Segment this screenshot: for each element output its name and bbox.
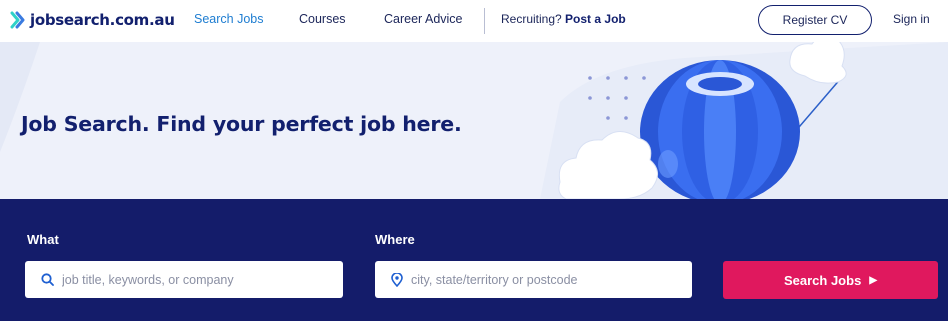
search-jobs-button[interactable]: Search Jobs ▶ — [723, 261, 938, 299]
nav-divider — [484, 8, 485, 34]
play-arrow-icon: ▶ — [869, 274, 878, 286]
location-pin-icon — [391, 272, 403, 287]
hero-banner: Job Search. Find your perfect job here. — [0, 42, 948, 199]
what-label: What — [27, 232, 59, 247]
where-label: Where — [375, 232, 415, 247]
logo-chevron-icon — [10, 11, 25, 29]
sign-in-link[interactable]: Sign in — [893, 12, 930, 26]
top-navigation: jobsearch.com.au Search Jobs Courses Car… — [0, 0, 948, 42]
where-field[interactable] — [375, 261, 692, 298]
what-input[interactable] — [60, 271, 304, 288]
post-a-job-link[interactable]: Post a Job — [565, 12, 626, 26]
recruiting-link-group: Recruiting? Post a Job — [501, 12, 626, 26]
site-logo[interactable]: jobsearch.com.au — [10, 9, 175, 31]
what-field[interactable] — [25, 261, 343, 298]
nav-link-search-jobs[interactable]: Search Jobs — [194, 12, 263, 26]
register-cv-button[interactable]: Register CV — [758, 5, 872, 35]
hot-air-balloon — [640, 60, 800, 199]
recruiting-prefix: Recruiting? — [501, 12, 562, 26]
nav-link-courses[interactable]: Courses — [299, 12, 346, 26]
logo-text: jobsearch.com.au — [30, 11, 175, 29]
page-title: Job Search. Find your perfect job here. — [21, 112, 462, 136]
search-panel: What Where Search Jobs ▶ — [0, 199, 948, 321]
search-jobs-button-label: Search Jobs — [783, 272, 862, 288]
search-icon — [41, 273, 54, 286]
nav-link-career-advice[interactable]: Career Advice — [384, 12, 463, 26]
where-input[interactable] — [409, 271, 653, 288]
